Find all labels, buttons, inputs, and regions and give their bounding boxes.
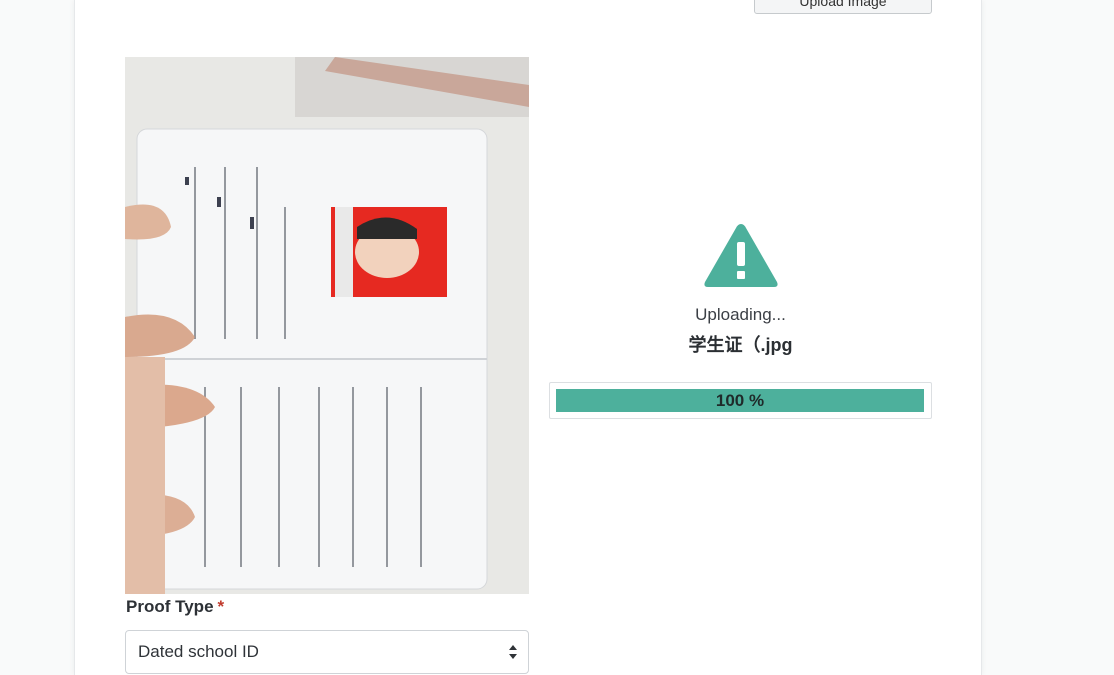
proof-type-selected-value: Dated school ID <box>138 642 259 661</box>
select-arrows-icon <box>508 644 518 665</box>
uploaded-document-image <box>125 57 529 594</box>
proof-type-label: Proof Type * <box>126 597 224 617</box>
progress-label: 100 % <box>715 391 765 410</box>
warning-triangle-icon <box>702 220 780 295</box>
upload-filename: 学生证（.jpg <box>688 335 793 355</box>
upload-progress: 100 % <box>549 382 932 419</box>
proof-type-select[interactable]: Dated school ID <box>125 630 529 674</box>
upload-status: Uploading... 学生证（.jpg <box>549 220 932 357</box>
required-marker: * <box>217 597 225 616</box>
top-action-button[interactable]: Upload Image <box>754 0 932 14</box>
upload-status-text: Uploading... <box>695 305 786 324</box>
proof-type-label-text: Proof Type <box>126 597 214 616</box>
verification-card: Upload Image Uploading... 学生证（.jpg 100 %… <box>74 0 982 675</box>
